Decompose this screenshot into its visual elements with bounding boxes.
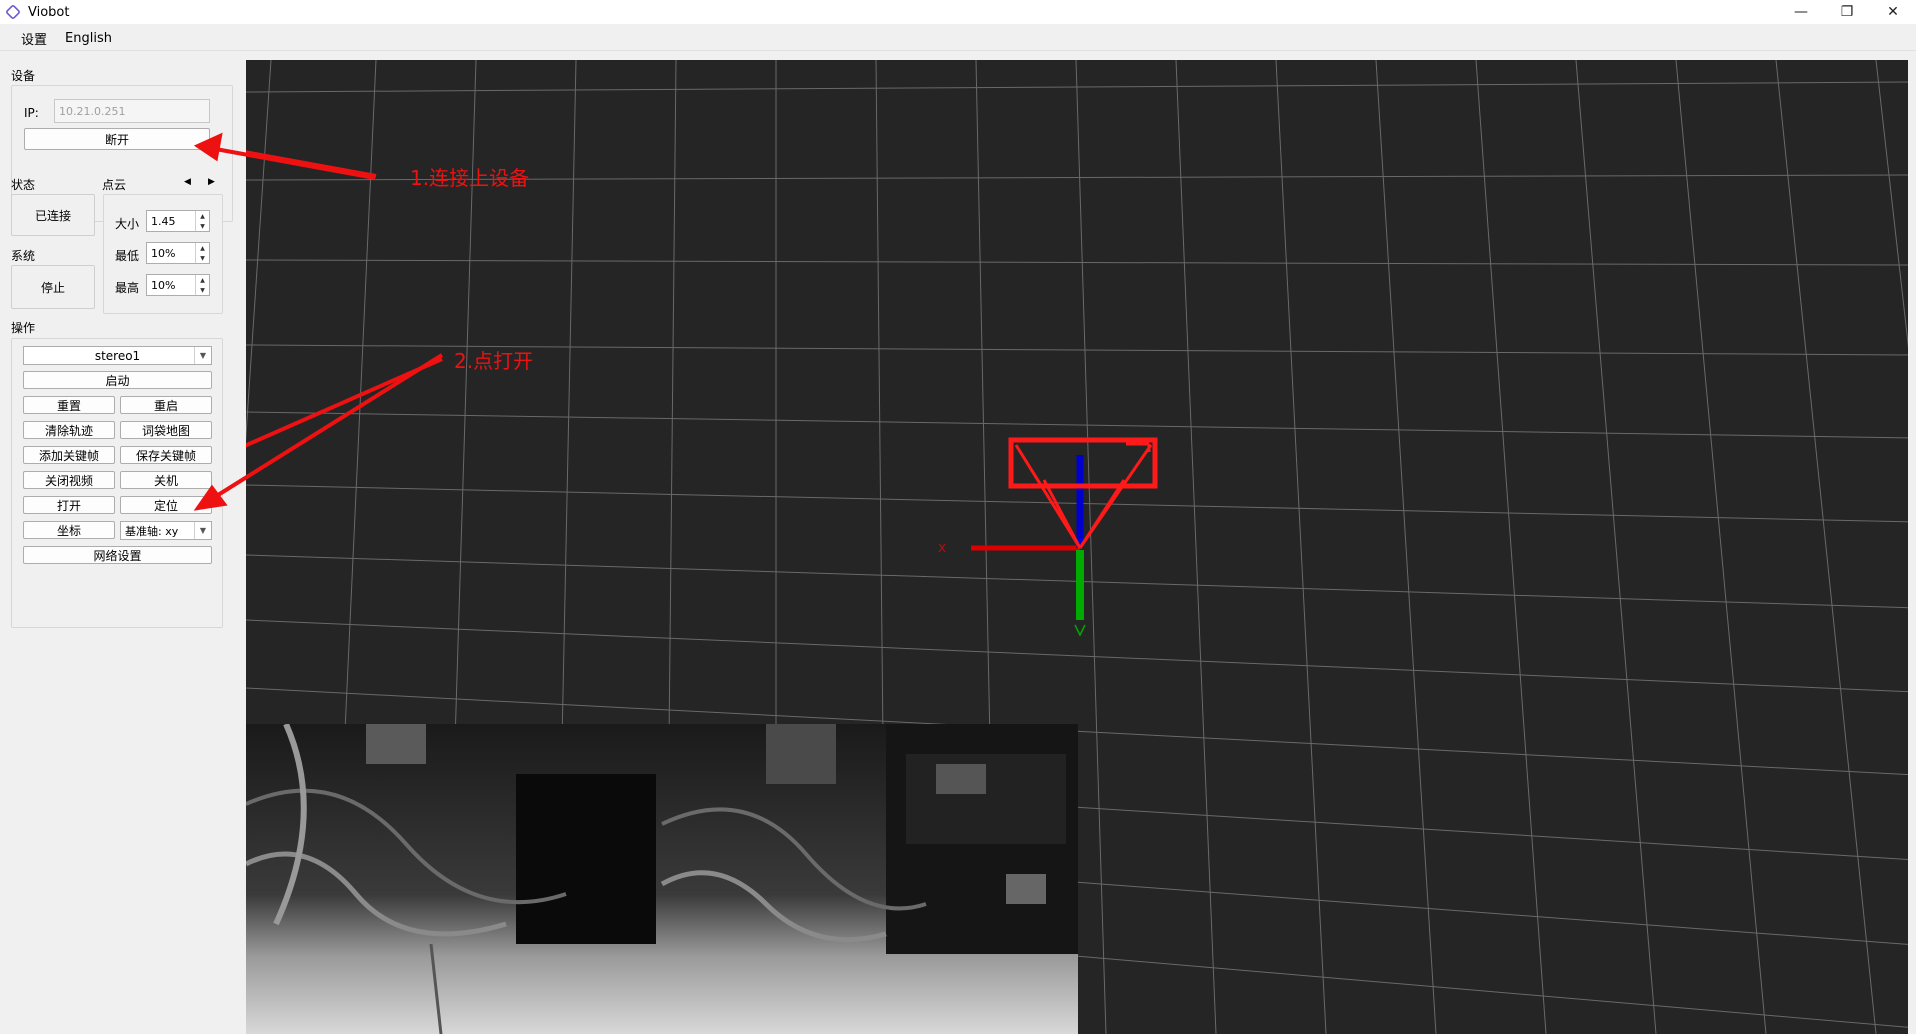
start-button[interactable]: 启动 (23, 371, 212, 389)
menu-settings[interactable]: 设置 (12, 29, 56, 48)
arrow-right-icon[interactable]: ▶ (208, 177, 215, 187)
coordinate-axes: x (938, 437, 1158, 637)
spin-up-icon[interactable]: ▲ (200, 277, 205, 284)
step1-annotation: 1.连接上设备 (410, 166, 530, 190)
base-axis-value: 基准轴: xy (125, 524, 179, 538)
reset-button[interactable]: 重置 (23, 396, 115, 414)
window-title: Viobot (28, 4, 70, 20)
max-label: 最高 (115, 281, 140, 295)
add-keyframe-button[interactable]: 添加关键帧 (23, 446, 115, 464)
vertical-scrollbar[interactable] (1908, 60, 1916, 1034)
localize-button[interactable]: 定位 (120, 496, 212, 514)
save-keyframe-button[interactable]: 保存关键帧 (120, 446, 212, 464)
disconnect-button[interactable]: 断开 (24, 128, 210, 150)
spin-down-icon[interactable]: ▼ (200, 255, 205, 262)
menu-bar: 设置 English (0, 27, 1916, 51)
shutdown-button[interactable]: 关机 (120, 471, 212, 489)
network-settings-button[interactable]: 网络设置 (23, 546, 212, 564)
close-video-button[interactable]: 关闭视频 (23, 471, 115, 489)
size-spinbox[interactable]: 1.45 ▲ ▼ (146, 210, 210, 232)
left-camera-image (246, 724, 662, 1034)
base-axis-select[interactable]: 基准轴: xy ▼ (120, 521, 212, 540)
max-spinbox[interactable]: 10% ▲ ▼ (146, 274, 210, 296)
stereo-images (246, 724, 1078, 1034)
mode-select[interactable]: stereo1 ▼ (23, 346, 212, 365)
annotation-arrows (246, 150, 443, 448)
bow-map-button[interactable]: 词袋地图 (120, 421, 212, 439)
spin-down-icon[interactable]: ▼ (200, 287, 205, 294)
app-icon (5, 4, 21, 20)
min-label: 最低 (115, 249, 140, 263)
stop-button[interactable]: 停止 (11, 265, 95, 309)
y-arrow-icon (1074, 624, 1086, 637)
mode-selected-value: stereo1 (94, 348, 141, 363)
control-panel: 设备 IP: 10.21.0.251 断开 状态 已连接 系统 停止 点云 ◀ … (0, 56, 244, 1034)
system-section-label: 系统 (11, 249, 36, 263)
restore-icon[interactable]: ❐ (1824, 0, 1870, 24)
coordinate-button[interactable]: 坐标 (23, 521, 115, 539)
title-bar: Viobot — ❐ ✕ (0, 0, 1916, 24)
spin-up-icon[interactable]: ▲ (200, 213, 205, 220)
min-spinbox[interactable]: 10% ▲ ▼ (146, 242, 210, 264)
min-value: 10% (151, 246, 176, 260)
step2-annotation: 2.点打开 (454, 349, 534, 373)
open-button[interactable]: 打开 (23, 496, 115, 514)
camera-preview (246, 724, 1078, 1034)
close-icon[interactable]: ✕ (1870, 0, 1916, 24)
status-section-label: 状态 (11, 178, 36, 192)
restart-button[interactable]: 重启 (120, 396, 212, 414)
x-axis-label: x (938, 540, 946, 556)
size-value: 1.45 (151, 214, 176, 228)
max-value: 10% (151, 278, 176, 292)
ip-label: IP: (24, 106, 39, 120)
spin-down-icon[interactable]: ▼ (200, 223, 205, 230)
chevron-down-icon[interactable]: ▼ (194, 347, 211, 364)
size-label: 大小 (115, 217, 140, 231)
minimize-icon[interactable]: — (1778, 0, 1824, 24)
arrow-left-icon[interactable]: ◀ (184, 177, 191, 187)
right-camera-image (660, 724, 1078, 1034)
clear-trajectory-button[interactable]: 清除轨迹 (23, 421, 115, 439)
spin-up-icon[interactable]: ▲ (200, 245, 205, 252)
pointcloud-section-label: 点云 (102, 178, 127, 192)
status-value: 已连接 (11, 194, 95, 236)
menu-language[interactable]: English (56, 31, 121, 46)
device-section-label: 设备 (11, 69, 36, 83)
chevron-down-icon[interactable]: ▼ (194, 522, 211, 539)
operations-section-label: 操作 (11, 321, 36, 335)
ip-field[interactable]: 10.21.0.251 (54, 99, 210, 123)
